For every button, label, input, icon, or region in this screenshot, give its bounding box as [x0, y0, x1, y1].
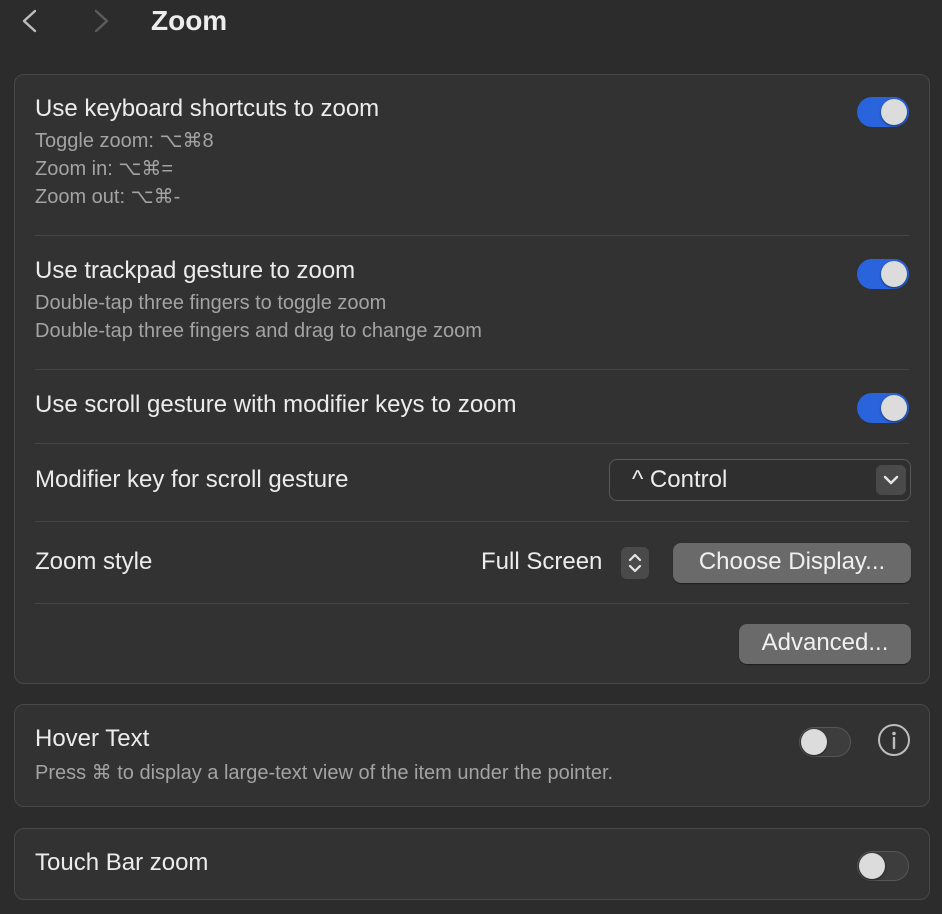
zoom-settings-group: Use keyboard shortcuts to zoom Toggle zo… — [14, 74, 930, 684]
chevron-right-icon — [94, 9, 109, 33]
trackpad-gesture-title: Use trackpad gesture to zoom — [35, 257, 356, 284]
scroll-gesture-toggle[interactable] — [857, 393, 909, 423]
modifier-key-value: ^ Control — [632, 466, 728, 493]
toggle-knob — [859, 853, 885, 879]
toggle-knob — [801, 729, 827, 755]
modifier-key-row: Modifier key for scroll gesture ^ Contro… — [35, 459, 911, 503]
trackpad-gesture-toggle[interactable] — [857, 259, 909, 289]
up-down-chevron-icon — [621, 547, 649, 579]
modifier-key-select[interactable]: ^ Control — [609, 459, 911, 501]
divider — [35, 521, 909, 522]
trackpad-gesture-row: Use trackpad gesture to zoom Double-tap … — [35, 257, 909, 367]
divider — [35, 443, 909, 444]
trackpad-toggle-description: Double-tap three fingers to toggle zoom — [35, 292, 387, 314]
zoom-style-value: Full Screen — [481, 548, 603, 575]
zoom-in-shortcut: Zoom in: ⌥⌘= — [35, 158, 174, 180]
divider — [35, 603, 909, 604]
scroll-gesture-title: Use scroll gesture with modifier keys to… — [35, 391, 517, 418]
back-button[interactable] — [15, 6, 45, 36]
divider — [35, 369, 909, 370]
zoom-style-row: Zoom style Full Screen Choose Display... — [35, 541, 911, 585]
modifier-key-title: Modifier key for scroll gesture — [35, 466, 349, 493]
toggle-knob — [881, 99, 907, 125]
page-title: Zoom — [151, 5, 228, 36]
hover-text-row: Hover Text Press ⌘ to display a large-te… — [35, 723, 911, 789]
info-button[interactable] — [877, 723, 911, 757]
zoom-out-shortcut: Zoom out: ⌥⌘- — [35, 186, 181, 208]
hover-text-description: Press ⌘ to display a large-text view of … — [35, 762, 614, 784]
trackpad-drag-description: Double-tap three fingers and drag to cha… — [35, 320, 482, 342]
toggle-knob — [881, 395, 907, 421]
hover-text-toggle[interactable] — [799, 727, 851, 757]
toolbar: Zoom — [0, 0, 942, 44]
touch-bar-zoom-title: Touch Bar zoom — [35, 849, 209, 876]
scroll-gesture-row: Use scroll gesture with modifier keys to… — [35, 391, 909, 431]
hover-text-group: Hover Text Press ⌘ to display a large-te… — [14, 704, 930, 807]
toggle-zoom-shortcut: Toggle zoom: ⌥⌘8 — [35, 130, 214, 152]
keyboard-shortcuts-title: Use keyboard shortcuts to zoom — [35, 95, 380, 122]
touch-bar-zoom-row: Touch Bar zoom — [35, 849, 909, 883]
advanced-button[interactable]: Advanced... — [739, 624, 911, 664]
zoom-style-title: Zoom style — [35, 548, 153, 575]
chevron-down-icon — [876, 465, 906, 495]
chevron-left-icon — [22, 9, 37, 33]
info-icon — [878, 724, 910, 756]
hover-text-title: Hover Text — [35, 725, 150, 752]
forward-button[interactable] — [86, 6, 116, 36]
toggle-knob — [881, 261, 907, 287]
keyboard-shortcuts-row: Use keyboard shortcuts to zoom Toggle zo… — [35, 95, 909, 235]
choose-display-button[interactable]: Choose Display... — [673, 543, 911, 583]
touch-bar-zoom-toggle[interactable] — [857, 851, 909, 881]
keyboard-shortcuts-toggle[interactable] — [857, 97, 909, 127]
touch-bar-zoom-group: Touch Bar zoom — [14, 828, 930, 900]
divider — [35, 235, 909, 236]
